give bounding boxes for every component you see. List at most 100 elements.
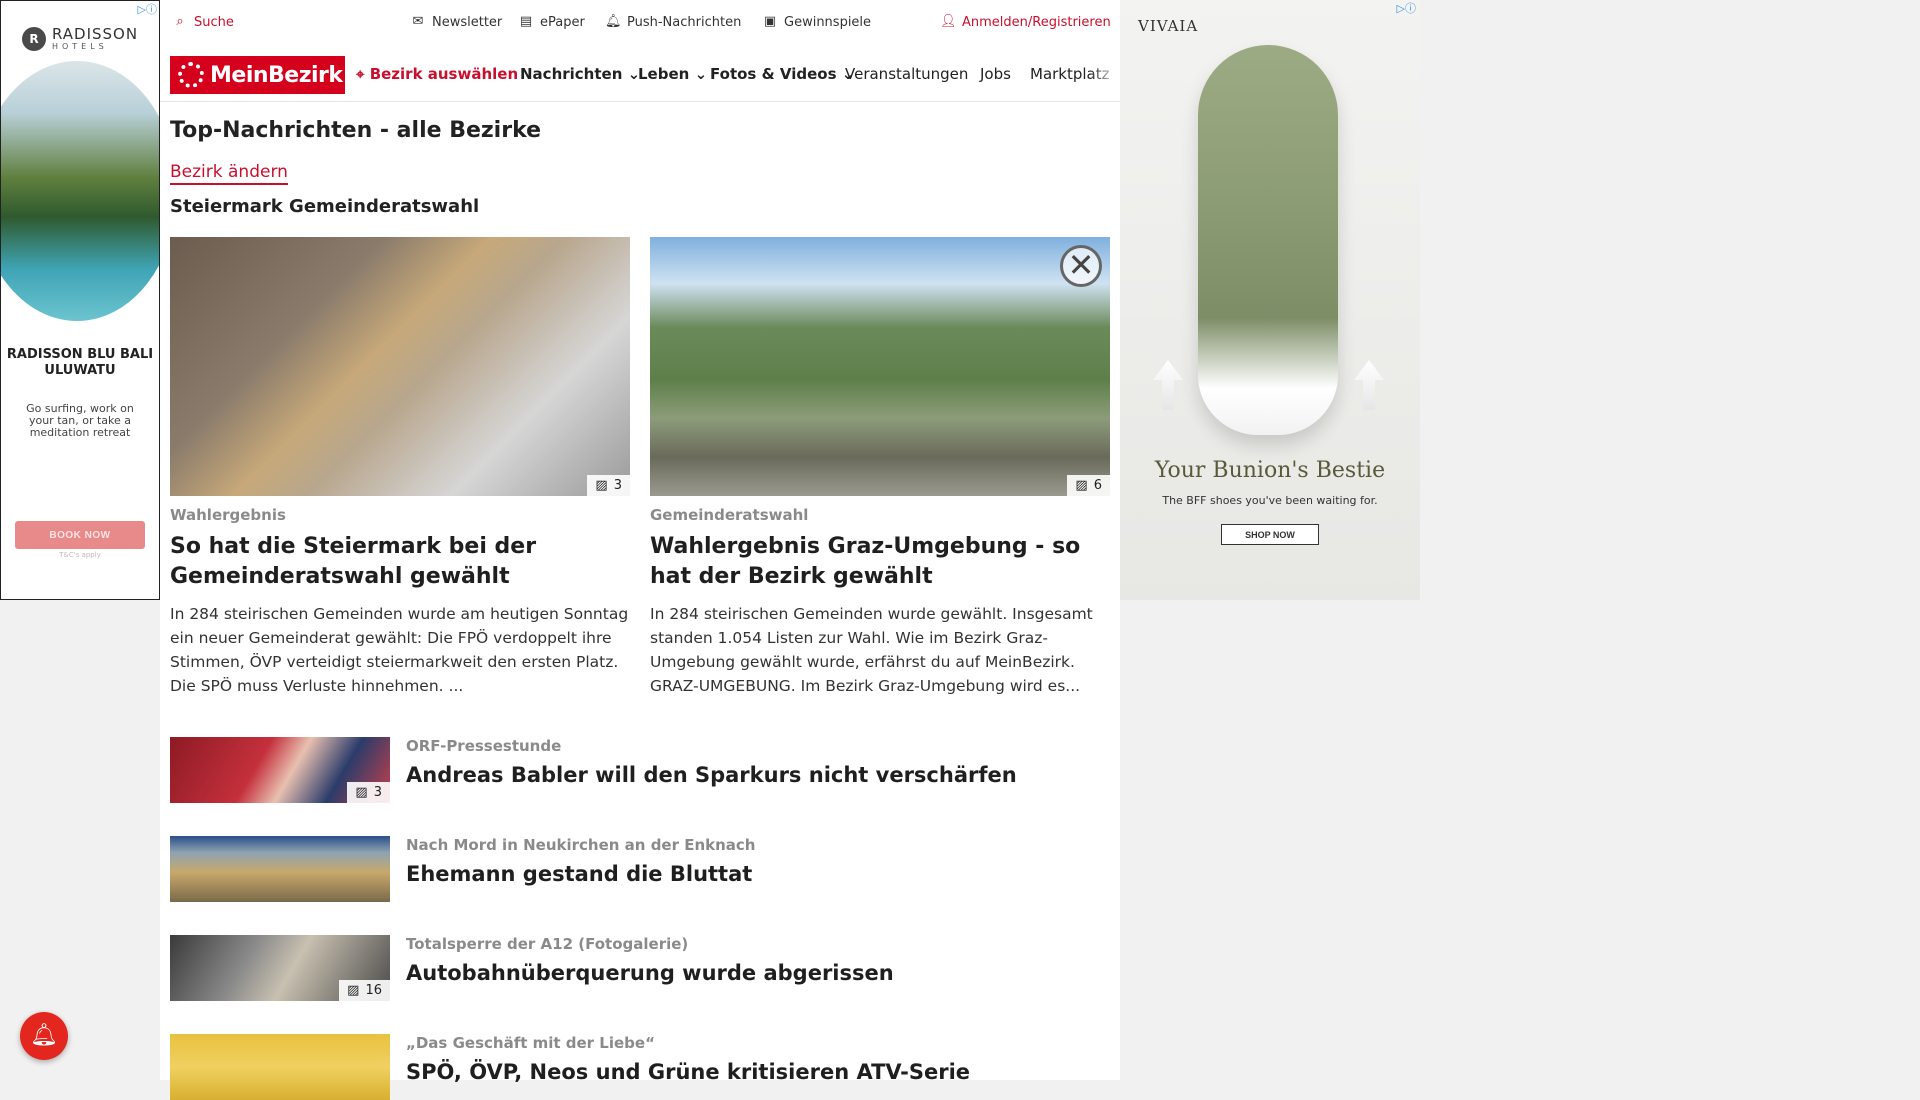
newsletter-link[interactable]: ✉ Newsletter [410,14,503,30]
chevron-down-icon: ⌄ [694,65,708,83]
left-ad-banner[interactable]: ▷ⓘ R RADISSON HOTELS RADISSON BLU BALI U… [0,0,160,600]
ad-tagline: Your Bunion's Bestie [1154,458,1386,483]
article-kicker: „Das Geschäft mit der Liebe“ [406,1034,655,1052]
main-nav: MeinBezirk ⌖ Bezirk auswählen Nachrichte… [160,54,1120,102]
epaper-link[interactable]: ▤ ePaper [518,14,585,30]
ad-fine-print: T&C's apply [59,551,101,559]
article-thumbnail[interactable] [170,1034,390,1100]
search-icon: ⌕ [176,14,184,29]
article-kicker: ORF-Pressestunde [406,737,562,755]
nav-photos-label: Fotos & Videos [710,65,837,83]
utility-bar: ⌕ Suche ✉ Newsletter ▤ ePaper 🔔︎ Push-Na… [160,0,1120,46]
ad-copy: Go surfing, work on your tan, or take a … [26,402,134,439]
newsletter-label: Newsletter [432,14,503,30]
ad-brand-sub: HOTELS [51,42,108,51]
close-icon[interactable]: ✕ [1060,245,1102,287]
photo-count-badge: ▨ 3 [347,782,390,803]
ad-headline: RADISSON BLU BALI ULUWATU [6,347,154,378]
list-item[interactable]: Nach Mord in Neukirchen an der Enknach E… [170,836,1110,902]
change-district-link[interactable]: Bezirk ändern [170,162,288,185]
article-headline[interactable]: SPÖ, ÖVP, Neos und Grüne kritisieren ATV… [406,1060,970,1084]
photo-count-badge: ▨ 16 [339,980,390,1001]
gallery-icon: ▨ [1075,478,1088,493]
article-headline[interactable]: Autobahnüberquerung wurde abgerissen [406,961,894,985]
push-label: Push-Nachrichten [627,14,742,30]
ad-brand: VIVAIA [1138,17,1199,35]
article-image[interactable]: ▨ 3 [170,237,630,496]
article-teaser: In 284 steirischen Gemeinden wurde gewäh… [650,605,1093,695]
list-item[interactable]: ▨ 16 Totalsperre der A12 (Fotogalerie) Au… [170,935,1110,1001]
logo-sun-icon [178,62,204,88]
push-link[interactable]: 🔔︎ Push-Nachrichten [605,14,741,30]
epaper-label: ePaper [540,14,585,30]
article-headline[interactable]: Andreas Babler will den Sparkurs nicht v… [406,763,1017,787]
nav-life-label: Leben [638,65,690,83]
article-thumbnail[interactable]: ▨ 16 [170,935,390,1001]
main-column: ⌕ Suche ✉ Newsletter ▤ ePaper 🔔︎ Push-Na… [160,0,1120,1100]
nav-news[interactable]: Nachrichten ⌄ [520,65,640,83]
notification-bell-icon[interactable]: 🔔︎ [20,1012,68,1060]
photo-count: 3 [373,785,382,800]
article-kicker: Wahlergebnis [170,506,286,524]
games-label: Gewinnspiele [784,14,872,30]
nav-news-label: Nachrichten [520,65,623,83]
nav-jobs[interactable]: Jobs [980,65,1011,83]
nav-life[interactable]: Leben ⌄ [638,65,707,83]
gallery-icon: ▨ [355,785,368,800]
article-headline[interactable]: Wahlergebnis Graz-Umgebung - so hat der … [650,532,1110,592]
nav-events[interactable]: Veranstaltungen [845,65,968,83]
meinbezirk-logo[interactable]: MeinBezirk [170,56,345,94]
article-headline[interactable]: So hat die Steiermark bei der Gemeindera… [170,532,630,592]
article-thumbnail[interactable] [170,836,390,902]
section-title: Steiermark Gemeinderatswahl [170,196,480,217]
list-item[interactable]: „Das Geschäft mit der Liebe“ SPÖ, ÖVP, N… [170,1034,1110,1100]
user-icon: 👤︎ [940,14,957,29]
nav-fade [1090,54,1120,100]
photo-count-badge: ▨ 6 [1067,475,1110,496]
envelope-icon: ✉ [412,14,424,29]
login-link[interactable]: 👤︎ Anmelden/Registrieren [940,14,1111,30]
select-district-label: Bezirk auswählen [369,65,519,83]
gallery-icon: ▨ [595,478,608,493]
article-kicker: Totalsperre der A12 (Fotogalerie) [406,935,689,953]
ad-subline: The BFF shoes you've been waiting for. [1162,494,1378,507]
gallery-icon: ▨ [347,983,360,998]
photo-count: 6 [1093,478,1102,493]
bell-icon: 🔔︎ [605,14,622,29]
location-pin-icon: ⌖ [356,65,365,83]
list-item[interactable]: ▨ 3 ORF-Pressestunde Andreas Babler will … [170,737,1110,803]
article-teaser: In 284 steirischen Gemeinden wurde am he… [170,605,629,695]
feature-article[interactable]: ✕ ▨ 6 Gemeinderatswahl Wahlergebnis Graz… [650,237,1110,698]
search-label: Suche [194,14,234,30]
article-headline[interactable]: Ehemann gestand die Bluttat [406,862,752,886]
article-image[interactable]: ✕ ▨ 6 [650,237,1110,496]
radisson-logo: R RADISSON HOTELS [1,27,159,51]
adchoices-icon[interactable]: ▷ⓘ [138,1,157,17]
shop-now-button[interactable]: SHOP NOW [1221,524,1319,545]
photo-count: 3 [613,478,622,493]
feature-article[interactable]: ▨ 3 Wahlergebnis So hat die Steiermark b… [170,237,630,698]
arrow-up-icon [1354,360,1384,410]
article-thumbnail[interactable]: ▨ 3 [170,737,390,803]
photo-count: 16 [365,983,382,998]
book-now-button[interactable]: BOOK NOW [15,521,145,549]
article-kicker: Nach Mord in Neukirchen an der Enknach [406,836,756,854]
article-kicker: Gemeinderatswahl [650,506,809,524]
nav-photos-videos[interactable]: Fotos & Videos ⌄ [710,65,854,83]
gift-icon: ▣ [763,14,777,29]
search-link[interactable]: ⌕ Suche [172,14,234,30]
ad-brand: RADISSON [51,25,139,43]
brand-name: MeinBezirk [210,62,343,88]
photo-count-badge: ▨ 3 [587,475,630,496]
arrow-up-icon [1153,360,1183,410]
radisson-logo-icon: R [21,27,46,51]
resort-photo [1,61,159,321]
select-district-link[interactable]: ⌖ Bezirk auswählen [356,65,518,83]
adchoices-icon[interactable]: ▷ⓘ [1397,0,1416,16]
newspaper-icon: ▤ [519,14,533,29]
login-label: Anmelden/Registrieren [962,14,1111,30]
right-ad-banner[interactable]: ▷ⓘ VIVAIA Your Bunion's Bestie The BFF s… [1120,0,1420,600]
games-link[interactable]: ▣ Gewinnspiele [762,14,871,30]
shoe-image [1198,45,1338,435]
page-title: Top-Nachrichten - alle Bezirke [170,118,542,143]
